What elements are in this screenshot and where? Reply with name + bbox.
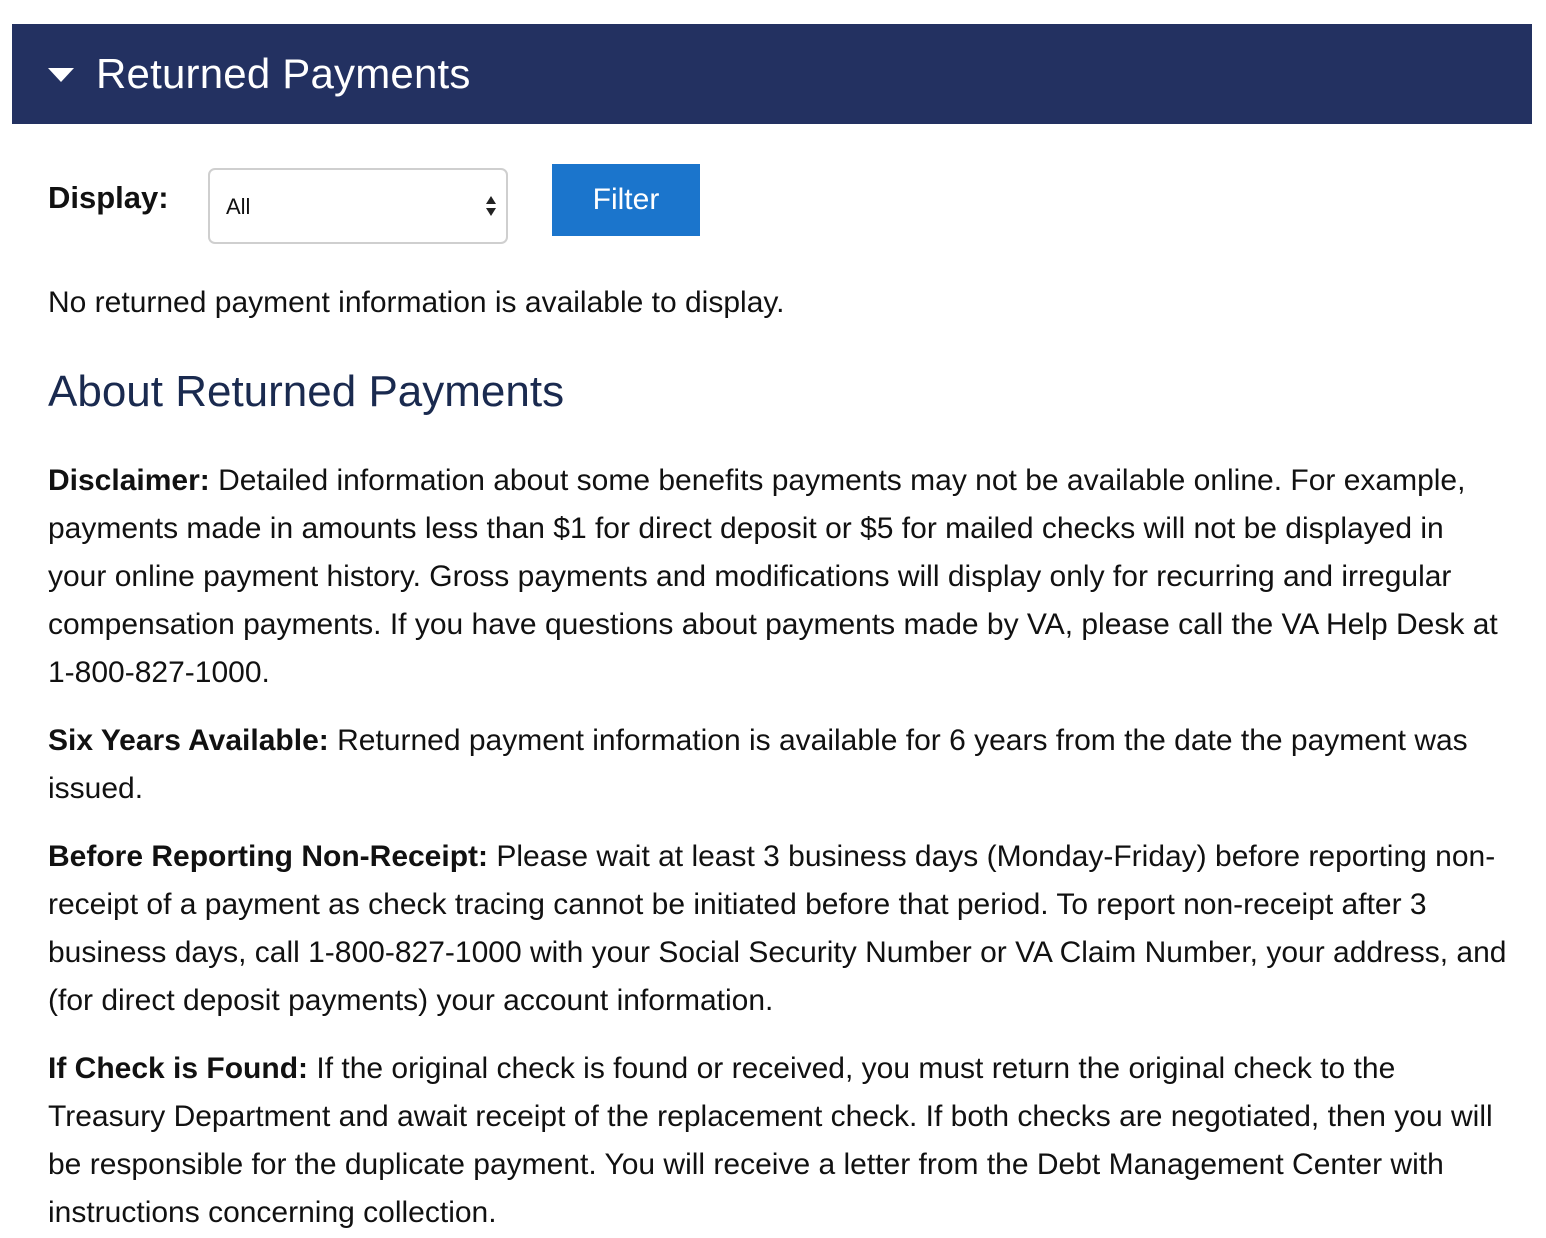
display-select[interactable]: All — [208, 168, 508, 244]
non-receipt-title: Before Reporting Non-Receipt: — [48, 840, 489, 873]
non-receipt-paragraph: Before Reporting Non-Receipt: Please wai… — [48, 833, 1508, 1025]
select-arrows-icon — [486, 196, 496, 218]
returned-payments-accordion-toggle[interactable]: Returned Payments — [12, 24, 1532, 124]
display-select-value: All — [226, 194, 251, 219]
caret-down-icon — [48, 68, 74, 82]
disclaimer-paragraph: Disclaimer: Detailed information about s… — [48, 457, 1508, 697]
returned-payments-page: Returned Payments Display: All Filter No… — [0, 0, 1546, 1238]
check-found-title: If Check is Found: — [48, 1052, 309, 1085]
disclaimer-title: Disclaimer: — [48, 464, 210, 497]
display-label: Display: — [48, 180, 169, 215]
empty-message: No returned payment information is avail… — [48, 286, 785, 319]
filter-button[interactable]: Filter — [552, 164, 700, 236]
six-years-paragraph: Six Years Available: Returned payment in… — [48, 717, 1508, 813]
accordion-title: Returned Payments — [96, 50, 471, 97]
about-heading: About Returned Payments — [48, 367, 565, 416]
check-found-paragraph: If Check is Found: If the original check… — [48, 1045, 1508, 1237]
disclaimer-text: Detailed information about some benefits… — [48, 464, 1498, 689]
six-years-title: Six Years Available: — [48, 724, 329, 757]
